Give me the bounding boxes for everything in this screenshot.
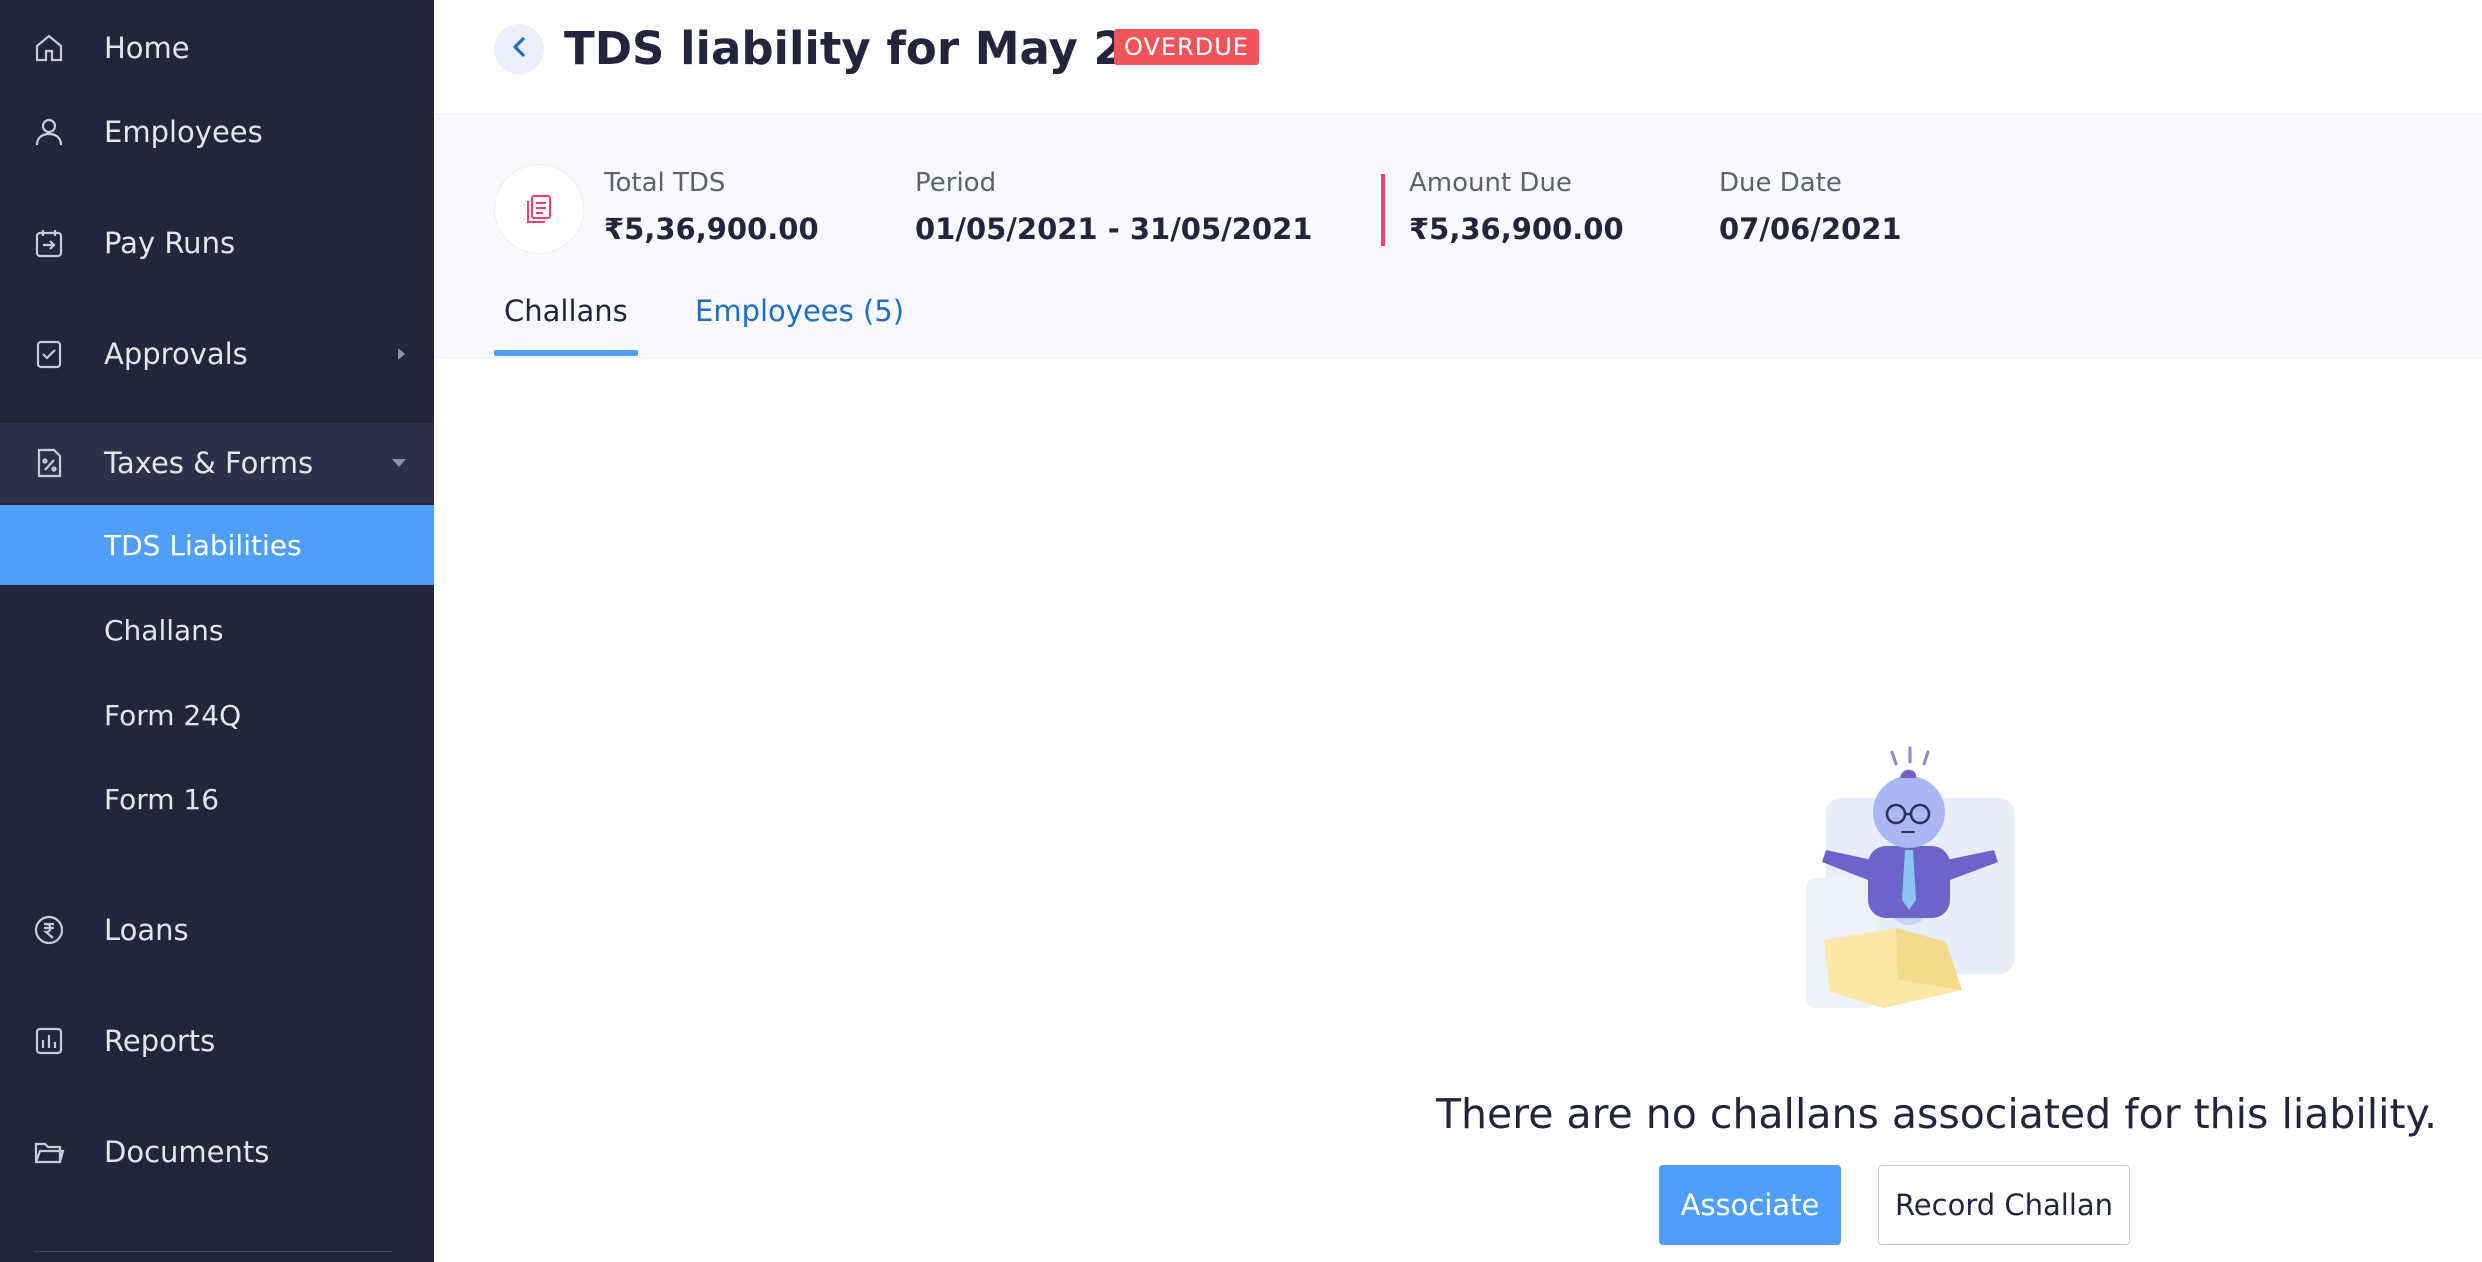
associate-button[interactable]: Associate xyxy=(1659,1165,1841,1245)
sidebar-item-label: Reports xyxy=(104,1024,216,1058)
tab-employees[interactable]: Employees (5) xyxy=(695,294,904,358)
sidebar-item-loans[interactable]: Loans xyxy=(0,890,434,970)
approval-check-icon xyxy=(32,337,66,371)
sidebar-subitem-label: Challans xyxy=(104,613,224,647)
folder-icon xyxy=(32,1135,66,1169)
chevron-down-icon xyxy=(390,459,408,469)
sidebar-subitem-tds-liabilities[interactable]: TDS Liabilities xyxy=(0,505,434,585)
bar-chart-icon xyxy=(32,1024,66,1058)
sidebar-item-label: Documents xyxy=(104,1135,270,1169)
sidebar-item-approvals[interactable]: Approvals xyxy=(0,314,434,394)
tds-document-icon xyxy=(494,164,584,254)
tab-label: Employees (5) xyxy=(695,294,905,328)
total-tds: Total TDS ₹5,36,900.00 xyxy=(604,168,819,246)
due-date: Due Date 07/06/2021 xyxy=(1719,168,1902,246)
sidebar-item-home[interactable]: Home xyxy=(0,8,434,88)
sidebar-subitem-label: TDS Liabilities xyxy=(104,528,302,562)
sidebar-subitem-label: Form 24Q xyxy=(104,698,242,732)
sidebar-item-label: Loans xyxy=(104,913,189,947)
amount-due: Amount Due ₹5,36,900.00 xyxy=(1409,168,1624,246)
sidebar-item-label: Employees xyxy=(104,115,263,149)
sidebar-subitem-label: Form 16 xyxy=(104,782,220,816)
chevron-left-icon xyxy=(511,36,527,62)
sidebar: Home Employees Pay Runs Approvals Taxes … xyxy=(0,0,434,1262)
sidebar-item-label: Taxes & Forms xyxy=(104,446,314,480)
main-content: TDS liability for May 2021 OVERDUE Total… xyxy=(434,0,2482,1262)
sidebar-subitem-form-16[interactable]: Form 16 xyxy=(0,759,434,839)
sidebar-item-documents[interactable]: Documents xyxy=(0,1112,434,1192)
period-value: 01/05/2021 - 31/05/2021 xyxy=(915,212,1313,246)
sidebar-item-label: Approvals xyxy=(104,337,248,371)
amount-due-marker xyxy=(1381,174,1385,246)
percent-document-icon xyxy=(32,446,66,480)
sidebar-item-label: Home xyxy=(104,31,190,65)
total-tds-value: ₹5,36,900.00 xyxy=(604,212,819,246)
status-badge: OVERDUE xyxy=(1114,29,1259,65)
period-label: Period xyxy=(915,168,997,198)
page-header: TDS liability for May 2021 OVERDUE xyxy=(434,0,2482,115)
sidebar-item-label: Pay Runs xyxy=(104,226,236,260)
back-button[interactable] xyxy=(494,24,544,74)
sidebar-subitem-challans[interactable]: Challans xyxy=(0,590,434,670)
empty-state-message: There are no challans associated for thi… xyxy=(1436,1090,2438,1138)
sidebar-item-pay-runs[interactable]: Pay Runs xyxy=(0,203,434,283)
rupee-circle-icon xyxy=(32,913,66,947)
record-challan-button[interactable]: Record Challan xyxy=(1878,1165,2130,1245)
home-icon xyxy=(32,31,66,65)
sidebar-item-employees[interactable]: Employees xyxy=(0,92,434,172)
chevron-right-icon xyxy=(396,348,408,362)
sidebar-item-reports[interactable]: Reports xyxy=(0,1001,434,1081)
due-date-value: 07/06/2021 xyxy=(1719,212,1902,246)
user-icon xyxy=(32,115,66,149)
sidebar-item-taxes-forms[interactable]: Taxes & Forms xyxy=(0,423,434,503)
total-tds-label: Total TDS xyxy=(604,168,726,198)
amount-due-value: ₹5,36,900.00 xyxy=(1409,212,1624,246)
empty-state-illustration xyxy=(1786,730,2026,1050)
period: Period 01/05/2021 - 31/05/2021 xyxy=(915,168,1312,246)
sidebar-subitem-form-24q[interactable]: Form 24Q xyxy=(0,675,434,755)
tab-challans[interactable]: Challans xyxy=(494,294,638,358)
liability-summary: Total TDS ₹5,36,900.00 Period 01/05/2021… xyxy=(434,116,2482,358)
due-date-label: Due Date xyxy=(1719,168,1842,198)
amount-due-label: Amount Due xyxy=(1409,168,1572,198)
sidebar-divider xyxy=(34,1251,392,1252)
pay-runs-icon xyxy=(32,226,66,260)
tab-label: Challans xyxy=(504,294,628,328)
